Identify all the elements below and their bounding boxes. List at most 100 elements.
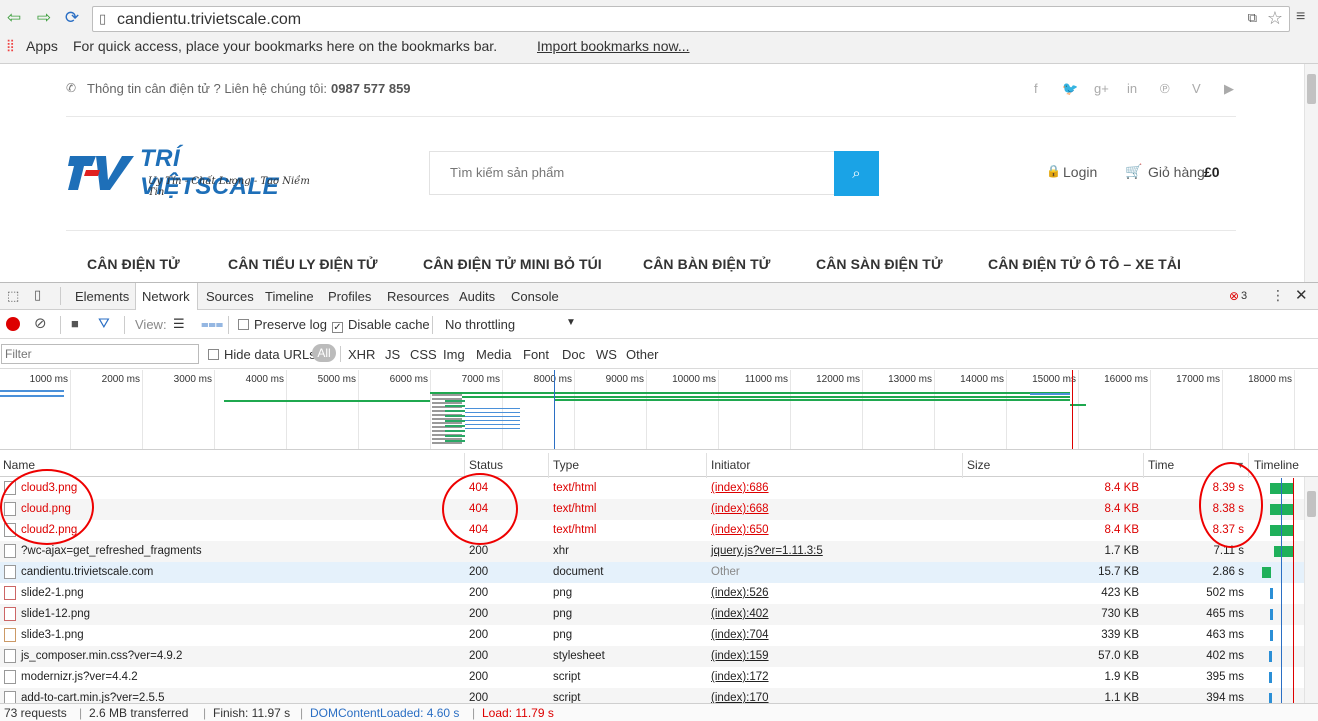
request-initiator[interactable]: (index):159: [711, 650, 769, 662]
filter-type-all[interactable]: All: [312, 344, 336, 362]
forward-icon[interactable]: ⇨: [34, 8, 54, 28]
table-row[interactable]: cloud.png 404 text/html (index):668 8.4 …: [0, 499, 1304, 520]
filter-type-ws[interactable]: WS: [596, 347, 617, 362]
column-type[interactable]: Type: [553, 458, 579, 472]
contact-phone[interactable]: 0987 577 859: [331, 81, 411, 96]
request-initiator[interactable]: jquery.js?ver=1.11.3:5: [711, 545, 823, 557]
preserve-log-checkbox[interactable]: [238, 317, 249, 332]
request-initiator[interactable]: (index):170: [711, 692, 769, 703]
tab-resources[interactable]: Resources: [387, 289, 449, 304]
apps-label[interactable]: Apps: [26, 38, 58, 54]
table-row[interactable]: slide1-12.png 200 png (index):402 730 KB…: [0, 604, 1304, 625]
table-scrollbar-thumb[interactable]: [1307, 491, 1316, 517]
youtube-icon[interactable]: ▶: [1224, 81, 1234, 97]
network-overview[interactable]: 1000 ms 2000 ms 3000 ms 4000 ms 5000 ms …: [0, 370, 1318, 450]
table-row[interactable]: cloud2.png 404 text/html (index):650 8.4…: [0, 520, 1304, 541]
column-name[interactable]: Name: [3, 458, 35, 472]
import-bookmarks-link[interactable]: Import bookmarks now...: [537, 38, 690, 54]
hide-data-urls-label[interactable]: Hide data URLs: [224, 347, 316, 362]
table-scrollbar[interactable]: [1304, 477, 1318, 703]
hide-data-urls-checkbox[interactable]: [208, 347, 219, 362]
apps-icon[interactable]: ⣿: [6, 38, 15, 52]
request-initiator[interactable]: (index):650: [711, 524, 769, 536]
address-bar[interactable]: ▯ candientu.trivietscale.com ⧉ ☆: [92, 6, 1290, 32]
clear-icon[interactable]: ⊘: [34, 314, 47, 332]
tab-timeline[interactable]: Timeline: [265, 289, 314, 304]
column-size[interactable]: Size: [967, 458, 990, 472]
search-input[interactable]: [450, 165, 820, 180]
facebook-icon[interactable]: f: [1034, 81, 1038, 96]
filter-type-css[interactable]: CSS: [410, 347, 437, 362]
disable-cache-label[interactable]: Disable cache: [348, 317, 430, 332]
large-rows-icon[interactable]: ☰: [173, 316, 185, 332]
cart-label[interactable]: Giỏ hàng: [1148, 164, 1205, 180]
pinterest-icon[interactable]: ℗: [1160, 81, 1170, 96]
page-scrollbar[interactable]: [1304, 64, 1318, 282]
search-button[interactable]: ⌕: [834, 151, 879, 196]
filter-type-other[interactable]: Other: [626, 347, 659, 362]
request-initiator[interactable]: (index):704: [711, 629, 769, 641]
page-scrollbar-thumb[interactable]: [1307, 74, 1316, 104]
filter-type-font[interactable]: Font: [523, 347, 549, 362]
table-row[interactable]: modernizr.js?ver=4.4.2 200 script (index…: [0, 667, 1304, 688]
vimeo-icon[interactable]: V: [1192, 81, 1201, 96]
tab-console[interactable]: Console: [511, 289, 559, 304]
request-initiator[interactable]: (index):526: [711, 587, 769, 599]
filter-type-doc[interactable]: Doc: [562, 347, 585, 362]
site-logo[interactable]: TRÍ VIỆTSCALE Uy Tín - Chất Lượng - Tạo …: [66, 145, 326, 200]
table-row[interactable]: slide3-1.png 200 png (index):704 339 KB …: [0, 625, 1304, 646]
back-icon[interactable]: ⇦: [4, 8, 24, 28]
inspect-icon[interactable]: ⬚: [7, 288, 19, 304]
filter-type-media[interactable]: Media: [476, 347, 511, 362]
menu-item-can-san[interactable]: CÂN SÀN ĐIỆN TỬ: [816, 256, 943, 272]
tab-network[interactable]: Network: [142, 289, 190, 304]
tab-audits[interactable]: Audits: [459, 289, 495, 304]
menu-item-can-dien-tu[interactable]: CÂN ĐIỆN TỬ: [87, 256, 180, 272]
table-row[interactable]: cloud3.png 404 text/html (index):686 8.4…: [0, 478, 1304, 499]
column-time[interactable]: Time: [1148, 458, 1174, 472]
request-initiator[interactable]: (index):686: [711, 482, 769, 494]
tab-elements[interactable]: Elements: [75, 289, 129, 304]
reload-icon[interactable]: ⟳: [62, 8, 82, 28]
more-options-icon[interactable]: ⋮: [1271, 287, 1285, 304]
overview-icon[interactable]: ⩶: [201, 316, 223, 332]
request-initiator[interactable]: (index):172: [711, 671, 769, 683]
star-icon[interactable]: ☆: [1267, 8, 1283, 29]
linkedin-icon[interactable]: in: [1127, 81, 1137, 96]
twitter-icon[interactable]: 🐦: [1062, 81, 1078, 97]
table-row[interactable]: js_composer.min.css?ver=4.9.2 200 styles…: [0, 646, 1304, 667]
error-count[interactable]: 3: [1241, 290, 1247, 302]
filter-type-img[interactable]: Img: [443, 347, 465, 362]
menu-item-can-mini[interactable]: CÂN ĐIỆN TỬ MINI BỎ TÚI: [423, 256, 602, 272]
table-row[interactable]: candientu.trivietscale.com 200 document …: [0, 562, 1304, 583]
menu-item-can-tieu-ly[interactable]: CÂN TIỂU LY ĐIỆN TỬ: [228, 256, 378, 272]
tab-profiles[interactable]: Profiles: [328, 289, 371, 304]
column-timeline[interactable]: Timeline: [1254, 458, 1299, 472]
filter-type-xhr[interactable]: XHR: [348, 347, 375, 362]
login-link[interactable]: Login: [1063, 164, 1097, 180]
filter-input[interactable]: [1, 344, 199, 364]
menu-item-can-ban[interactable]: CÂN BÀN ĐIỆN TỬ: [643, 256, 770, 272]
preserve-log-label[interactable]: Preserve log: [254, 317, 327, 332]
table-row[interactable]: add-to-cart.min.js?ver=2.5.5 200 script …: [0, 688, 1304, 703]
filter-type-js[interactable]: JS: [385, 347, 400, 362]
filter-icon[interactable]: ⛛: [98, 315, 110, 332]
request-initiator[interactable]: (index):668: [711, 503, 769, 515]
tab-sources[interactable]: Sources: [206, 289, 254, 304]
google-plus-icon[interactable]: g+: [1094, 81, 1109, 96]
close-icon[interactable]: ✕: [1295, 286, 1308, 304]
column-initiator[interactable]: Initiator: [711, 458, 750, 472]
table-row[interactable]: ?wc-ajax=get_refreshed_fragments 200 xhr…: [0, 541, 1304, 562]
error-icon[interactable]: ⊗: [1229, 289, 1239, 303]
capture-screenshots-icon[interactable]: ■: [71, 316, 79, 331]
record-icon[interactable]: [6, 317, 20, 331]
translate-icon[interactable]: ⧉: [1248, 10, 1257, 26]
chevron-down-icon[interactable]: ▼: [566, 317, 576, 328]
table-row[interactable]: slide2-1.png 200 png (index):526 423 KB …: [0, 583, 1304, 604]
menu-item-can-o-to[interactable]: CÂN ĐIỆN TỬ Ô TÔ – XE TẢI: [988, 256, 1181, 272]
disable-cache-checkbox[interactable]: ✓: [332, 317, 343, 333]
device-mode-icon[interactable]: ▯: [34, 287, 41, 303]
throttling-select[interactable]: No throttling: [445, 317, 515, 332]
request-initiator[interactable]: (index):402: [711, 608, 769, 620]
menu-icon[interactable]: ≡: [1296, 8, 1305, 26]
